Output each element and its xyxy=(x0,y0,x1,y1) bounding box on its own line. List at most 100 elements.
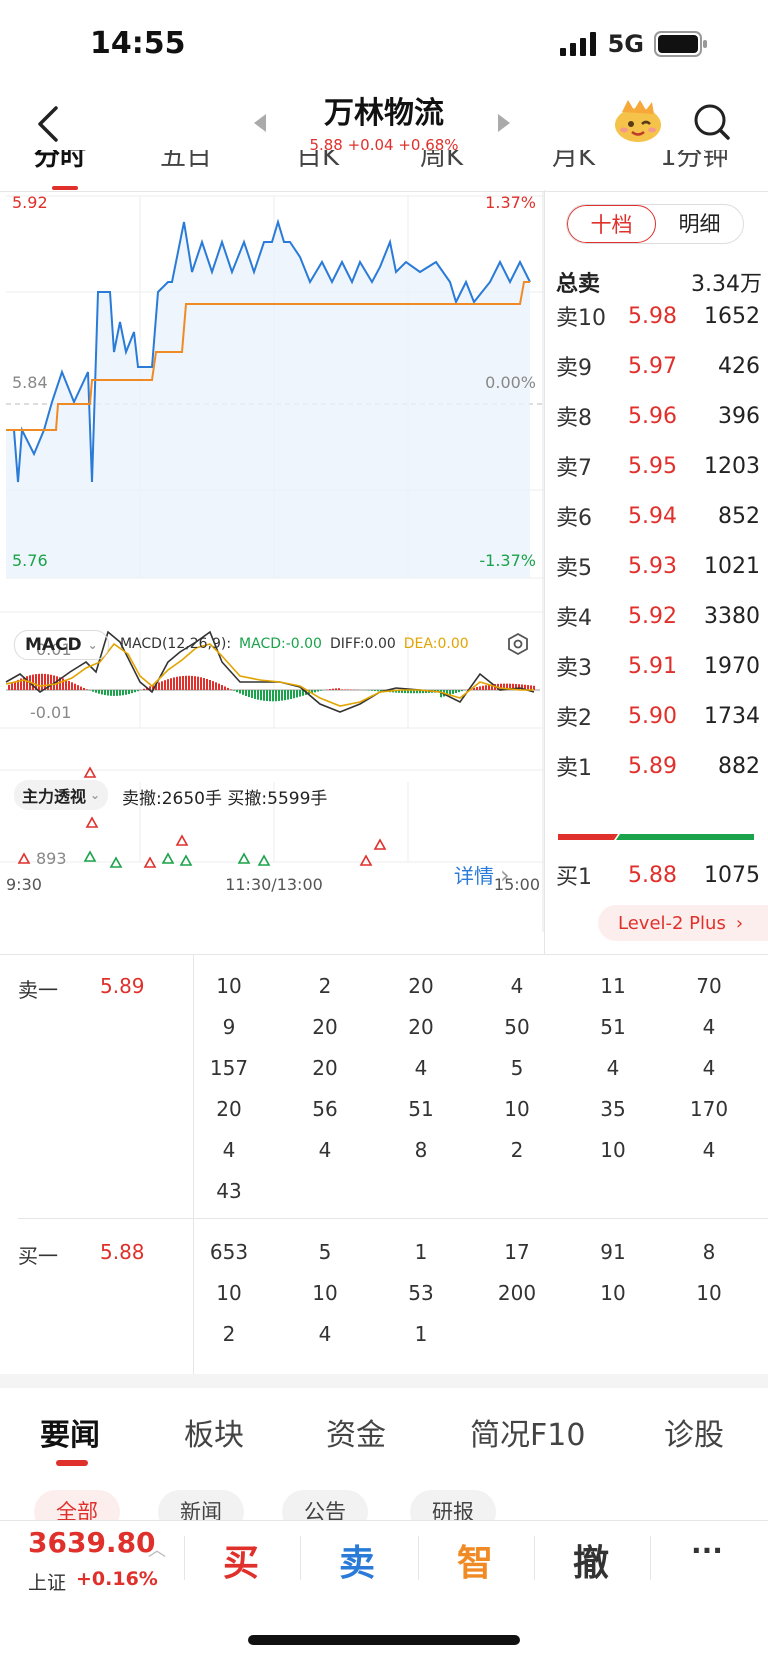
main-force-triangle xyxy=(257,854,271,866)
buy-queue-cell: 91 xyxy=(600,1240,626,1264)
mascot-icon[interactable] xyxy=(612,98,664,144)
buy-queue-cell: 10 xyxy=(216,1281,242,1305)
divider xyxy=(534,1536,535,1580)
sell-level-row[interactable]: 卖4 5.92 3380 xyxy=(556,596,760,636)
tab-weekly-k[interactable]: 周K xyxy=(420,150,463,173)
sell-queue-cell: 10 xyxy=(216,974,242,998)
macd-bar xyxy=(317,690,319,692)
macd-bar xyxy=(68,680,70,690)
macd-bar xyxy=(128,690,130,695)
macd-bar xyxy=(122,690,124,696)
macd-bar xyxy=(179,676,181,690)
sell-level-row[interactable]: 卖8 5.96 396 xyxy=(556,396,760,436)
tab-monthly-k[interactable]: 月K xyxy=(552,150,595,173)
sell-level-price: 5.90 xyxy=(628,703,677,729)
macd-selector[interactable]: MACD ⌄ xyxy=(14,630,109,660)
chevron-right-icon: › xyxy=(735,912,744,934)
sell-queue-cell: 35 xyxy=(600,1097,626,1121)
sell-button[interactable]: 卖 xyxy=(312,1534,402,1586)
news-tab-sector[interactable]: 板块 xyxy=(184,1410,244,1454)
news-tab-funds[interactable]: 资金 xyxy=(326,1410,386,1454)
sell-level-row[interactable]: 卖5 5.93 1021 xyxy=(556,546,760,586)
sell-queue-cell: 43 xyxy=(216,1179,242,1203)
buy-queue-cell: 8 xyxy=(702,1240,716,1264)
tab-five-day[interactable]: 五日 xyxy=(160,150,212,173)
divider xyxy=(300,1536,301,1580)
bid-ask-ratio-bar xyxy=(558,834,754,840)
more-button[interactable]: ··· xyxy=(662,1534,752,1567)
buy1-qty: 1075 xyxy=(704,862,760,888)
sell-queue-price: 5.89 xyxy=(100,974,145,998)
divider xyxy=(184,1536,185,1580)
cancel-order-button[interactable]: 撤 xyxy=(546,1534,636,1586)
macd-bar xyxy=(299,690,301,697)
sell-level-price: 5.97 xyxy=(628,353,677,379)
macd-value: MACD:-0.00 xyxy=(239,636,322,652)
sell-level-row[interactable]: 卖1 5.89 882 xyxy=(556,746,760,786)
home-indicator[interactable] xyxy=(248,1635,520,1645)
macd-bar xyxy=(347,689,349,690)
buy-button[interactable]: 买 xyxy=(196,1534,286,1586)
sell-level-row[interactable]: 卖10 5.98 1652 xyxy=(556,296,760,336)
total-sell-label: 总卖 xyxy=(556,272,601,297)
sell-queue-cell: 8 xyxy=(414,1138,428,1162)
level2-plus-button[interactable]: Level-2 Plus › xyxy=(598,905,768,941)
buy-queue-cell: 53 xyxy=(408,1281,434,1305)
diff-value: DIFF:0.00 xyxy=(329,636,396,652)
buy-queue-label: 买一 xyxy=(18,1244,58,1268)
intraday-chart[interactable]: 5.92 5.84 5.76 1.37% 0.00% -1.37% 0.01 -… xyxy=(0,192,544,932)
total-sell-value: 3.34万 xyxy=(691,272,762,297)
signal-icon xyxy=(559,32,596,56)
macd-bar xyxy=(101,690,103,695)
news-tab-diagnosis[interactable]: 诊股 xyxy=(664,1410,724,1454)
sell-level-row[interactable]: 卖6 5.94 852 xyxy=(556,496,760,536)
tab-1min[interactable]: 1分钟 xyxy=(660,150,729,173)
sell-queue-cell: 70 xyxy=(696,974,722,998)
tab-trade-detail[interactable]: 明细 xyxy=(656,205,743,243)
macd-bar xyxy=(11,683,13,690)
macd-bar xyxy=(71,682,73,690)
tab-daily-k[interactable]: 日K xyxy=(296,150,339,173)
macd-bar xyxy=(224,686,226,690)
main-force-triangle xyxy=(83,850,97,862)
macd-bar xyxy=(266,690,268,702)
main-force-triangle xyxy=(85,816,99,828)
sell-level-row[interactable]: 卖7 5.95 1203 xyxy=(556,446,760,486)
divider xyxy=(418,1536,419,1580)
macd-bar xyxy=(98,690,100,694)
macd-bar xyxy=(206,678,208,690)
orderbook-toggle: 十档 明细 xyxy=(566,204,744,244)
macd-bar xyxy=(167,679,169,690)
sell-level-label: 卖1 xyxy=(556,756,592,781)
sell-queue-cell: 4 xyxy=(606,1056,620,1080)
sell-queue-cell: 157 xyxy=(209,1056,249,1080)
detail-link[interactable]: 详情 › xyxy=(454,860,510,889)
sell-level-qty: 882 xyxy=(718,753,760,779)
news-tab-headlines[interactable]: 要闻 xyxy=(40,1410,100,1454)
news-tab-f10[interactable]: 简况F10 xyxy=(470,1410,585,1454)
settings-icon[interactable] xyxy=(506,632,530,656)
index-value[interactable]: 3639.80 xyxy=(28,1526,156,1559)
chevron-up-icon[interactable]: ︿ xyxy=(148,1536,166,1562)
sell-level-row[interactable]: 卖3 5.91 1970 xyxy=(556,646,760,686)
tab-intraday[interactable]: 分时 xyxy=(34,150,86,173)
buy-level-1[interactable]: 买1 5.88 1075 xyxy=(556,855,760,895)
next-stock-icon[interactable] xyxy=(498,114,510,132)
price-high-label: 5.92 xyxy=(12,193,48,212)
search-icon[interactable] xyxy=(692,102,732,142)
sell-level-row[interactable]: 卖2 5.90 1734 xyxy=(556,696,760,736)
macd-bar xyxy=(38,673,40,690)
sell-level-price: 5.91 xyxy=(628,653,677,679)
sell-level-label: 卖10 xyxy=(556,306,606,331)
macd-bar xyxy=(185,675,187,690)
macd-bar xyxy=(293,690,295,699)
smart-button[interactable]: 智 xyxy=(430,1534,520,1586)
sell-queue-cell: 4 xyxy=(510,974,524,998)
main-force-selector[interactable]: 主力透视 ⌄ xyxy=(14,780,109,810)
sell-level-label: 卖3 xyxy=(556,656,592,681)
sell-level-row[interactable]: 卖9 5.97 426 xyxy=(556,346,760,386)
sell-queue-cell: 4 xyxy=(702,1138,716,1162)
sell-queue-cell: 4 xyxy=(414,1056,428,1080)
sell-queue-cell: 4 xyxy=(222,1138,236,1162)
tab-ten-levels[interactable]: 十档 xyxy=(567,205,656,243)
